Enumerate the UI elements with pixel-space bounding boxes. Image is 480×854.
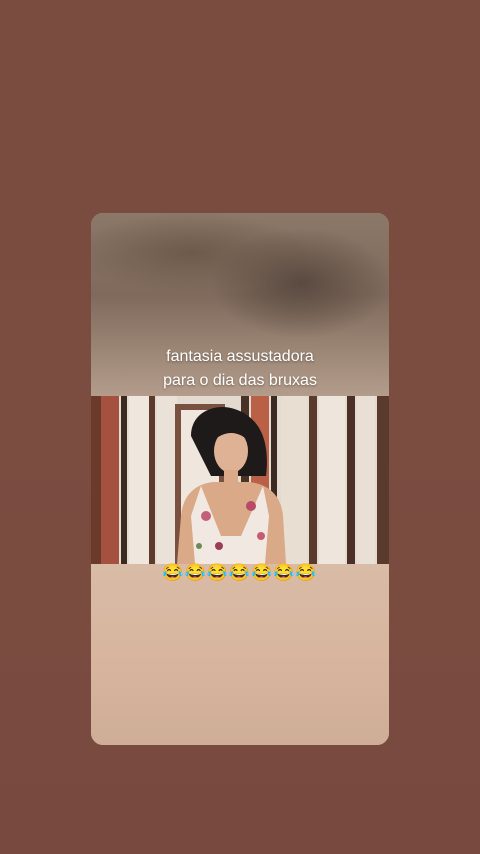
reaction-emojis: 😂😂😂😂😂😂😂	[162, 563, 318, 582]
video-scene	[91, 396, 389, 564]
caption-line-1: fantasia assustadora	[166, 348, 314, 365]
story-post-card[interactable]: fantasia assustadora para o dia das brux…	[91, 213, 389, 745]
blurred-background-bottom	[91, 564, 389, 745]
story-caption: fantasia assustadora para o dia das brux…	[91, 345, 389, 393]
caption-line-2: para o dia das bruxas	[163, 372, 317, 389]
video-frame[interactable]	[91, 396, 389, 564]
